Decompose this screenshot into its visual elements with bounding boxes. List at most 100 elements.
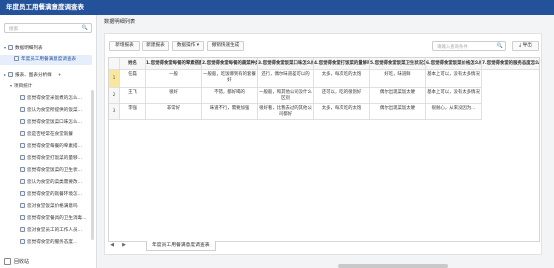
column-header[interactable] — [109, 58, 120, 70]
table-cell[interactable]: 基本上可以，没有太多情况 — [426, 88, 482, 104]
sidebar-item-label: 您认为食堂的菜类需要改... — [27, 180, 82, 185]
sidebar-item-label: 您对食堂员工的工作人员... — [27, 228, 82, 233]
sidebar-item-label: 报表、图表分析样 — [15, 73, 52, 78]
sidebar-item-label: 您觉得食堂的服务态度... — [27, 240, 78, 245]
sidebar-item[interactable]: 您觉得食堂的服务态度... — [0, 238, 92, 248]
sidebar-item[interactable]: 您觉得食堂饭菜口味怎么... — [0, 118, 92, 128]
sidebar-item-label: 年度员工用餐满意度调查表 — [21, 57, 77, 62]
sheet-tab-bar: ◀ ▶ 年度员工用餐满意度调查表 — [104, 241, 542, 251]
chart-icon — [20, 239, 25, 244]
add-report-button[interactable]: 新增报表 — [109, 41, 140, 51]
sidebar-item[interactable]: 您觉得食堂打饭菜的量够... — [0, 154, 92, 164]
table-cell[interactable]: 还行，偶尔味道差可以的 — [258, 70, 314, 88]
sidebar: 搜索 🔍 ▾ 数据明细列表 年度员工用餐满意度调查表 ▸ 报表、图表分析样 + ▾ 项目统计您… — [0, 15, 97, 268]
column-header[interactable]: 6.您觉得食堂饭菜价格怎么样 — [426, 58, 482, 70]
export-button[interactable]: ⤓ 导出 — [512, 41, 539, 51]
folder-icon — [8, 72, 13, 77]
column-header[interactable]: 1.您觉得食堂每餐的荤素搭配怎么样 — [146, 58, 202, 70]
recycle-bin-label: 回收站 — [14, 259, 30, 265]
chart-icon — [20, 131, 25, 136]
column-header[interactable]: 姓名 — [120, 58, 146, 70]
sidebar-item[interactable]: 您对食堂饭菜价格满意吗 — [0, 202, 92, 212]
scrollbar-thumb[interactable] — [338, 264, 448, 268]
sidebar-item[interactable]: ▾ 项目统计 — [0, 81, 92, 91]
table-cell[interactable]: 很耐心，从来没因为... — [426, 104, 482, 120]
chart-icon — [20, 227, 25, 232]
sidebar-item[interactable]: 您是否经常在食堂就餐 — [0, 130, 92, 140]
next-sheet-icon[interactable]: ▶ — [120, 242, 128, 250]
chart-icon — [20, 155, 25, 160]
chart-icon — [20, 179, 25, 184]
table-cell[interactable]: 很好看，比我去过的其他公司都好 — [258, 104, 314, 120]
search-icon[interactable]: 🔍 — [82, 25, 88, 31]
table-search-input[interactable]: 请输入查询条件 🔍 — [432, 41, 506, 51]
table-cell[interactable]: 还可以，吃的很饱好 — [314, 88, 370, 104]
sidebar-item-label: 您觉得食堂打饭菜的量够... — [27, 156, 82, 161]
sidebar-item-label: 您认为食堂所提供的饭菜... — [27, 108, 82, 113]
table-cell[interactable]: 很好 — [146, 88, 202, 104]
sidebar-item-label: 您觉得食堂的就餐环境怎... — [27, 192, 82, 197]
undo-quick-generate-button[interactable]: 撤销快速生成 — [207, 41, 244, 51]
table-cell[interactable]: 王飞 — [120, 88, 146, 104]
table-cell[interactable]: 一般般，和其他公司没什么区别 — [258, 88, 314, 104]
sidebar-item-label: 您对食堂饭菜价格满意吗 — [27, 204, 78, 209]
table-cell[interactable]: 太多，每次吃的太饱 — [314, 70, 370, 88]
table-cell[interactable]: 任磊 — [120, 70, 146, 88]
data-table: 姓名1.您觉得食堂每餐的荤素搭配怎么样2.您觉得食堂每餐的蔬菜种类够丰富吗3.您… — [108, 57, 540, 242]
column-header[interactable]: 2.您觉得食堂每餐的蔬菜种类够丰富吗 — [202, 58, 258, 70]
sidebar-scrollbar[interactable] — [91, 90, 94, 240]
column-header[interactable]: 4.您觉得食堂打饭菜的量够吗 — [314, 58, 370, 70]
sidebar-item-label: 您觉得食堂餐具的卫生消毒... — [27, 216, 87, 221]
table-cell[interactable]: 一般般，吃饭哪到有的套餐好 — [202, 70, 258, 88]
first-sheet-icon[interactable]: ◀ — [108, 242, 116, 250]
data-operations-dropdown[interactable]: 数据操作 ▾ — [172, 41, 204, 51]
sidebar-item-label: 您觉得食堂每餐的荤素搭... — [27, 144, 82, 149]
new-report-button[interactable]: 新建报表 — [142, 41, 169, 51]
row-number[interactable]: 1 — [109, 70, 120, 88]
sidebar-item[interactable]: 您觉得食堂米饭煮的怎么... — [0, 94, 92, 104]
row-number[interactable]: 3 — [109, 104, 120, 120]
export-icon: ⤓ — [519, 43, 522, 48]
sidebar-item[interactable]: 您觉得食堂每餐的荤素搭... — [0, 142, 92, 152]
table-cell[interactable]: 偶尔出现菜饭太硬 — [370, 104, 426, 120]
sidebar-item[interactable]: ▾ 数据明细列表 — [0, 43, 92, 53]
table-cell[interactable]: 李强 — [120, 104, 146, 120]
export-label: 导出 — [522, 43, 532, 48]
table-cell[interactable]: 味道不行，需要加强 — [202, 104, 258, 120]
sidebar-item[interactable]: 您对食堂员工的工作人员... — [0, 226, 92, 236]
sidebar-item[interactable]: 您认为食堂的菜类需要改... — [0, 178, 92, 188]
window-title: 年度员工用餐满意度调查表 — [0, 0, 554, 15]
table-cell[interactable]: 偶尔出现菜饭太硬 — [370, 88, 426, 104]
main-header: 数据明细列表 — [98, 15, 554, 29]
column-header[interactable]: 5.您觉得食堂饭菜卫生状况怎么样 — [370, 58, 426, 70]
row-number[interactable]: 2 — [109, 88, 120, 104]
chart-icon — [20, 119, 25, 124]
sidebar-item[interactable]: 您觉得食堂饭菜的卫生状... — [0, 166, 92, 176]
column-header[interactable]: 3.您觉得食堂饭菜口味怎么样 — [258, 58, 314, 70]
search-placeholder: 搜索 — [9, 27, 19, 32]
horizontal-scrollbar[interactable] — [108, 264, 540, 268]
table-cell[interactable]: 不错，都好喝的 — [202, 88, 258, 104]
chart-icon — [20, 191, 25, 196]
add-icon[interactable]: + — [58, 73, 62, 78]
table-cell[interactable]: 一般 — [146, 70, 202, 88]
sidebar-item[interactable]: 您认为食堂所提供的饭菜... — [0, 106, 92, 116]
sidebar-search-input[interactable]: 搜索 🔍 — [4, 23, 92, 33]
sheet-tab[interactable]: 年度员工用餐满意度调查表 — [146, 241, 216, 251]
chart-icon — [20, 95, 25, 100]
chart-icon — [20, 215, 25, 220]
sidebar-item[interactable]: 您觉得食堂餐具的卫生消毒... — [0, 214, 92, 224]
sidebar-item-label: 数据明细列表 — [15, 46, 43, 51]
search-icon[interactable]: 🔍 — [497, 43, 503, 49]
table-cell[interactable]: 太多，每次吃的太饱 — [314, 104, 370, 120]
column-header[interactable]: 7.您觉得食堂的服务态度怎么样 — [482, 58, 539, 70]
recycle-bin[interactable]: 回收站 — [4, 258, 29, 265]
table-cell[interactable]: 非常好 — [146, 104, 202, 120]
sidebar-item[interactable]: 年度员工用餐满意度调查表 — [0, 55, 92, 65]
sidebar-item[interactable]: 您觉得食堂的就餐环境怎... — [0, 190, 92, 200]
table-icon — [14, 56, 19, 61]
table-cell[interactable]: 基本上可以，没有太多情况 — [426, 70, 482, 88]
chart-icon — [20, 143, 25, 148]
table-cell[interactable]: 好吃，味道鲜 — [370, 70, 426, 88]
sidebar-item[interactable]: ▸ 报表、图表分析样 + — [0, 70, 92, 80]
